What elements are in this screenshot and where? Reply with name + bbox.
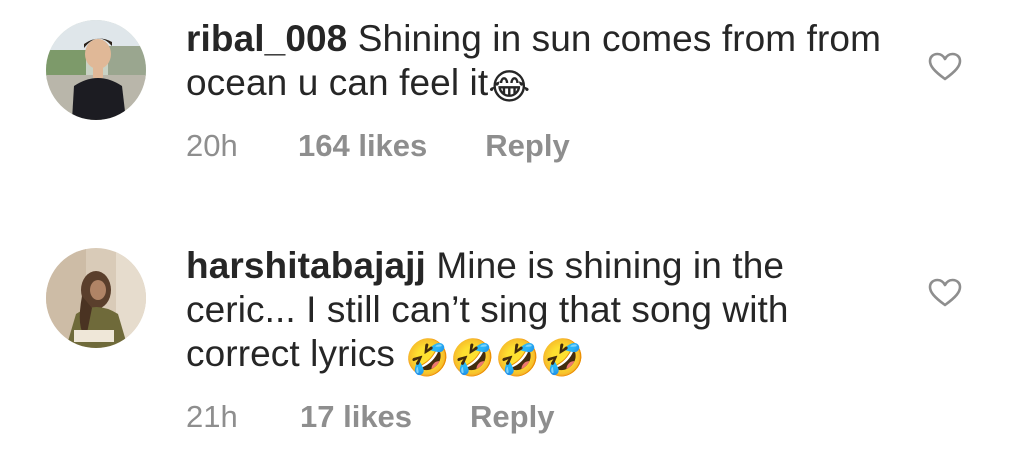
- reply-button[interactable]: Reply: [470, 399, 554, 435]
- avatar[interactable]: [46, 20, 146, 120]
- comment-meta: 21h 17 likes Reply: [186, 399, 554, 435]
- comment-username[interactable]: harshitabajajj: [186, 245, 426, 286]
- comment-text: ribal_008 Shining in sun comes from from…: [186, 17, 886, 106]
- comment-item: ribal_008 Shining in sun comes from from…: [0, 0, 1024, 215]
- laughing-emoji-icon: 😂: [488, 67, 531, 108]
- comment-text: harshitabajajj Mine is shining in the ce…: [186, 244, 886, 377]
- comment-likes[interactable]: 17 likes: [300, 399, 412, 435]
- rolling-laughing-emoji-icon: 🤣🤣🤣🤣: [405, 338, 586, 379]
- comment-meta: 20h 164 likes Reply: [186, 128, 570, 164]
- comment-likes[interactable]: 164 likes: [298, 128, 427, 164]
- heart-outline-icon[interactable]: [928, 52, 962, 82]
- comment-item: harshitabajajj Mine is shining in the ce…: [0, 215, 1024, 455]
- comment-timestamp: 21h: [186, 399, 238, 434]
- avatar[interactable]: [46, 248, 146, 348]
- heart-outline-icon[interactable]: [928, 278, 962, 308]
- reply-button[interactable]: Reply: [485, 128, 569, 164]
- comment-username[interactable]: ribal_008: [186, 18, 347, 59]
- comment-timestamp: 20h: [186, 128, 238, 163]
